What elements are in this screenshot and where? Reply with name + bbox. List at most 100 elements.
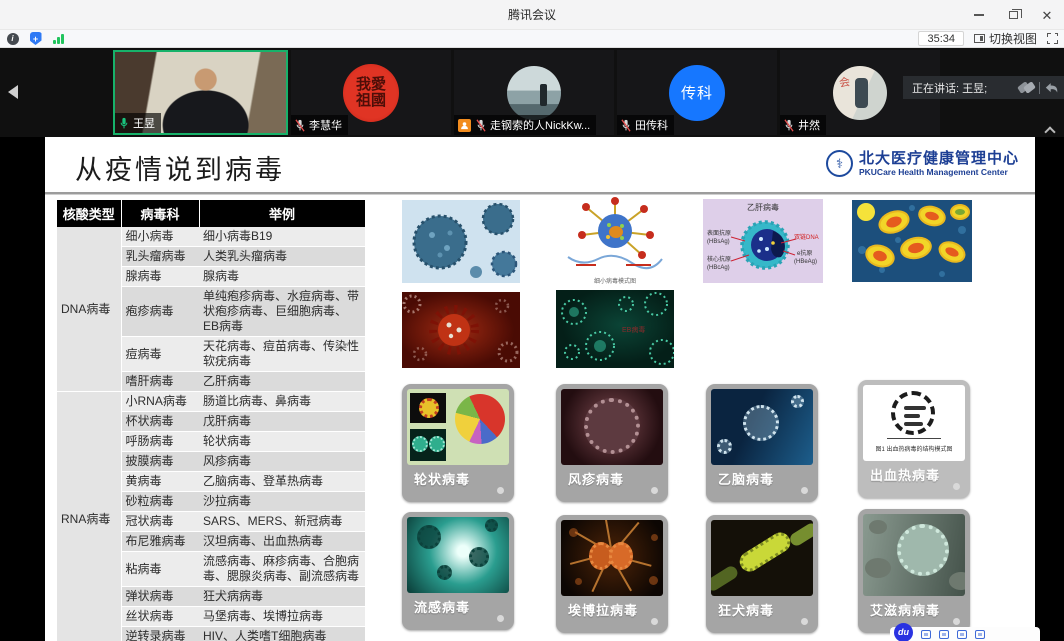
ime-tool-icon[interactable] — [957, 630, 967, 639]
collapse-strip-chevron[interactable] — [1045, 125, 1054, 134]
participant-name: 田传科 — [635, 117, 668, 133]
figure-virus-red — [402, 292, 520, 368]
virus-family-cell: 逆转录病毒 — [121, 627, 199, 641]
speaking-banner: 正在讲话: 王昱; — [903, 76, 1064, 99]
meeting-info-button[interactable]: i — [6, 32, 19, 45]
mic-muted-icon — [621, 119, 631, 132]
virus-card-jev: 乙脑病毒 — [706, 384, 818, 502]
virus-examples-cell: SARS、MERS、新冠病毒 — [199, 512, 365, 532]
network-status-button[interactable] — [52, 32, 65, 45]
virus-table-body: DNA病毒细小病毒细小病毒B19乳头瘤病毒人类乳头瘤病毒腺病毒腺病毒疱疹病毒单纯… — [57, 227, 365, 641]
video-thumbnail-lihuihua[interactable]: 我愛祖國 李慧华 — [291, 50, 451, 135]
mic-muted-icon — [784, 119, 794, 132]
figure-eb-virus: EB病毒 — [556, 290, 674, 368]
figure-caption: 细小病毒模式图 — [556, 276, 674, 285]
virus-family-cell: 乳头瘤病毒 — [121, 247, 199, 267]
restore-button[interactable] — [996, 0, 1030, 30]
svg-text:(HBcAg): (HBcAg) — [707, 265, 730, 271]
virus-family-cell: 冠状病毒 — [121, 512, 199, 532]
presentation-slide: 从疫情说到病毒 ⚕ 北大医疗健康管理中心 PKUCare Health Mana… — [45, 137, 1035, 641]
virus-examples-cell: 马堡病毒、埃博拉病毒 — [199, 607, 365, 627]
virus-examples-cell: 乙肝病毒 — [199, 372, 365, 392]
back-arrow-icon[interactable] — [1045, 82, 1058, 94]
thumbnails: 王昱 我愛祖國 李慧华 — [113, 50, 940, 135]
virus-family-cell: 布尼雅病毒 — [121, 532, 199, 552]
virus-examples-cell: 腺病毒 — [199, 267, 365, 287]
nucleic-type-cell: DNA病毒 — [57, 227, 121, 392]
virus-examples-cell: 戊肝病毒 — [199, 412, 365, 432]
ime-toolbar[interactable]: du — [890, 627, 1040, 641]
virus-card-hemorrhagic: 图1 出血热病毒的结构模式图 出血热病毒 — [858, 380, 970, 498]
minimize-button[interactable] — [962, 0, 996, 30]
virus-examples-cell: 人类乳头瘤病毒 — [199, 247, 365, 267]
virus-family-cell: 疱疹病毒 — [121, 287, 199, 337]
ime-tool-icon[interactable] — [975, 630, 985, 639]
minimize-icon — [974, 14, 984, 16]
svg-text:核心抗原: 核心抗原 — [707, 255, 731, 263]
virus-examples-cell: 肠道比病毒、鼻病毒 — [199, 392, 365, 412]
table-row: DNA病毒细小病毒细小病毒B19 — [57, 227, 365, 247]
svg-text:表面抗原: 表面抗原 — [707, 229, 731, 237]
virus-examples-cell: HIV、人类嗜T细胞病毒 — [199, 627, 365, 641]
virus-card-influenza: 流感病毒 — [402, 512, 514, 630]
participant-nametag: 走钢索的人NickKw... — [454, 115, 596, 135]
seal-avatar: 我愛祖國 — [343, 64, 399, 122]
pku-logo: ⚕ 北大医疗健康管理中心 PKUCare Health Management C… — [826, 150, 1019, 177]
slide-title: 从疫情说到病毒 — [75, 148, 285, 187]
meeting-timer: 35:34 — [918, 31, 964, 46]
card-label: 出血热病毒 — [870, 465, 940, 484]
virus-family-cell: 弹状病毒 — [121, 587, 199, 607]
svg-text:(HBeAg): (HBeAg) — [794, 259, 817, 265]
mic-on-icon — [119, 117, 129, 130]
window-controls: ✕ — [962, 0, 1064, 30]
card-label: 埃博拉病毒 — [568, 600, 638, 619]
virus-family-cell: 小RNA病毒 — [121, 392, 199, 412]
close-button[interactable]: ✕ — [1030, 0, 1064, 30]
virus-family-cell: 砂粒病毒 — [121, 492, 199, 512]
close-icon: ✕ — [1042, 9, 1053, 22]
virus-examples-cell: 细小病毒B19 — [199, 227, 365, 247]
virus-family-cell: 杯状病毒 — [121, 412, 199, 432]
video-strip: 王昱 我愛祖國 李慧华 — [0, 48, 1064, 137]
pku-logo-icon: ⚕ — [826, 150, 853, 177]
virus-examples-cell: 天花病毒、痘苗病毒、传染性软疣病毒 — [199, 337, 365, 372]
ime-tool-icon[interactable] — [921, 630, 931, 639]
virus-examples-cell: 汉坦病毒、出血热病毒 — [199, 532, 365, 552]
fullscreen-button[interactable] — [1047, 33, 1058, 44]
virus-family-cell: 腺病毒 — [121, 267, 199, 287]
meeting-logo-icon — [1019, 83, 1034, 92]
participant-nametag: 王昱 — [115, 113, 161, 133]
ime-tool-icon[interactable] — [939, 630, 949, 639]
svg-text:乙肝病毒: 乙肝病毒 — [747, 202, 779, 212]
figure-hbv-diagram: 乙肝病毒 表面抗原 (HBsAg) 核心抗原 (HBcAg) 双链DNA e抗原… — [703, 199, 823, 283]
card-label: 艾滋病病毒 — [870, 600, 940, 619]
schematic-caption: 图1 出血热病毒的结构模式图 — [863, 444, 965, 453]
figure-parvovirus-blue — [402, 200, 520, 283]
security-button[interactable]: + — [29, 32, 42, 45]
info-icon: i — [7, 33, 19, 45]
card-label: 狂犬病毒 — [718, 600, 774, 619]
figure-poxvirus-micrograph — [852, 200, 972, 282]
virus-examples-cell: 狂犬病病毒 — [199, 587, 365, 607]
card-image — [561, 520, 663, 596]
participant-name: 井然 — [798, 117, 820, 133]
col-header-nucleic: 核酸类型 — [57, 200, 121, 227]
video-thumbnail-tianchuanke[interactable]: 传科 田传科 — [617, 50, 777, 135]
virus-examples-cell: 乙脑病毒、登革热病毒 — [199, 472, 365, 492]
layout-icon — [974, 34, 985, 43]
virus-family-cell: 呼肠病毒 — [121, 432, 199, 452]
card-label: 流感病毒 — [414, 597, 470, 616]
switch-view-button[interactable]: 切换视图 — [974, 30, 1037, 47]
video-thumbnail-nick[interactable]: 走钢索的人NickKw... — [454, 50, 614, 135]
svg-text:e抗原: e抗原 — [797, 249, 812, 257]
card-label: 风疹病毒 — [568, 469, 624, 488]
card-image — [561, 389, 663, 465]
virus-examples-cell: 单纯疱疹病毒、水痘病毒、带状疱疹病毒、巨细胞病毒、EB病毒 — [199, 287, 365, 337]
scroll-left-arrow[interactable] — [8, 85, 18, 99]
virus-examples-cell: 流感病毒、麻疹病毒、合胞病毒、腮腺炎病毒、副流感病毒 — [199, 552, 365, 587]
participant-nametag: 井然 — [780, 115, 826, 135]
baidu-ime-logo-icon[interactable]: du — [894, 623, 913, 641]
virus-family-cell: 粘病毒 — [121, 552, 199, 587]
video-thumbnail-wangyu[interactable]: 王昱 — [113, 50, 288, 135]
participant-name: 走钢索的人NickKw... — [490, 117, 590, 133]
